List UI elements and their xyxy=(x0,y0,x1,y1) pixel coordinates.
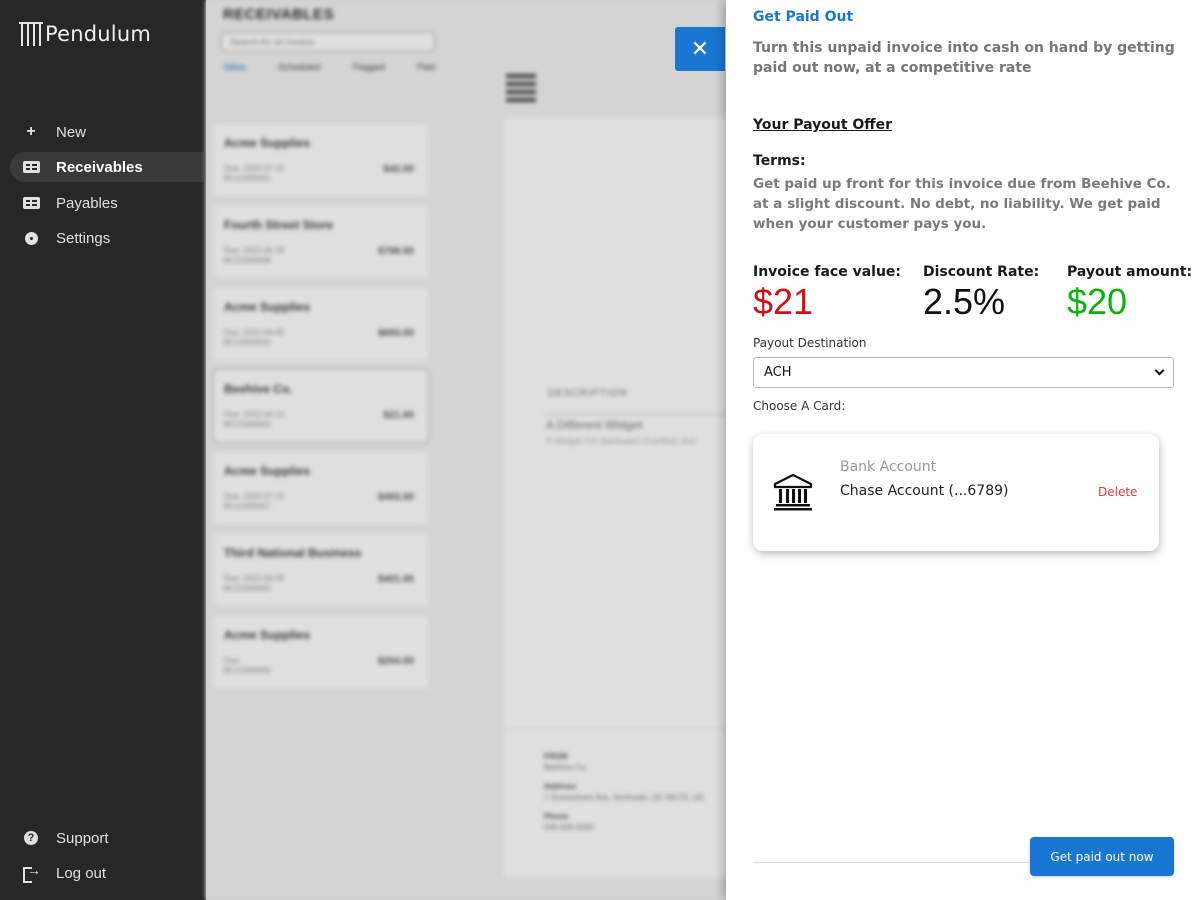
pendulum-logo-icon xyxy=(19,22,43,46)
offer-heading: Your Payout Offer xyxy=(753,117,893,133)
choose-card-label: Choose A Card: xyxy=(753,399,846,413)
app-logo[interactable]: Pendulum xyxy=(19,20,151,48)
delete-payment-method-link[interactable]: Delete xyxy=(1098,485,1137,499)
payout-destination-label: Payout Destination xyxy=(753,336,867,350)
payout-amount-label: Payout amount: xyxy=(1067,264,1193,280)
chevron-down-icon xyxy=(1154,365,1165,376)
bank-icon xyxy=(773,473,813,511)
drawer-subtitle: Turn this unpaid invoice into cash on ha… xyxy=(753,40,1175,76)
payout-destination-select[interactable]: ACH xyxy=(753,357,1174,388)
sidebar: Pendulum + New Receivables Payables Sett… xyxy=(0,0,206,900)
close-icon: ✕ xyxy=(690,36,710,61)
payout-drawer: Get Paid Out Turn this unpaid invoice in… xyxy=(726,0,1200,900)
sidebar-item-payables[interactable]: Payables xyxy=(10,188,204,218)
sidebar-item-new[interactable]: + New xyxy=(10,117,204,147)
payment-method-type: Bank Account xyxy=(840,459,937,475)
divider xyxy=(753,862,1043,863)
sidebar-item-support[interactable]: ? Support xyxy=(10,823,204,853)
payout-destination-value: ACH xyxy=(764,365,792,380)
terms-text: Get paid up front for this invoice due f… xyxy=(753,176,1171,232)
logout-icon xyxy=(22,862,41,883)
payment-method-name: Chase Account (...6789) xyxy=(840,483,1009,499)
payout-amount-value: $20 xyxy=(1067,281,1128,322)
terms-heading: Terms: xyxy=(753,153,806,169)
sidebar-item-label: Payables xyxy=(56,194,118,212)
discount-rate-value: 2.5% xyxy=(923,281,1006,322)
sidebar-item-label: Receivables xyxy=(56,158,143,176)
close-drawer-button[interactable]: ✕ xyxy=(675,27,725,71)
sidebar-item-label: Log out xyxy=(56,864,107,882)
discount-rate-label: Discount Rate: xyxy=(923,264,1040,280)
sidebar-item-logout[interactable]: Log out xyxy=(10,858,204,888)
payment-method-card[interactable]: Bank Account Chase Account (...6789) Del… xyxy=(753,434,1159,551)
app-name: Pendulum xyxy=(45,22,151,46)
sidebar-item-label: New xyxy=(56,123,87,141)
credit-card-icon xyxy=(22,195,40,211)
get-paid-out-button[interactable]: Get paid out now xyxy=(1030,837,1174,876)
sidebar-item-label: Support xyxy=(56,829,109,847)
sidebar-item-label: Settings xyxy=(56,229,111,247)
credit-card-icon xyxy=(22,159,40,175)
question-circle-icon: ? xyxy=(22,830,40,846)
plus-icon: + xyxy=(26,123,36,140)
face-value-amount: $21 xyxy=(753,281,814,322)
gear-icon xyxy=(22,230,40,246)
sidebar-item-settings[interactable]: Settings xyxy=(10,223,204,253)
sidebar-item-receivables[interactable]: Receivables xyxy=(10,152,204,182)
drawer-title: Get Paid Out xyxy=(753,9,854,25)
face-value-label: Invoice face value: xyxy=(753,264,902,280)
